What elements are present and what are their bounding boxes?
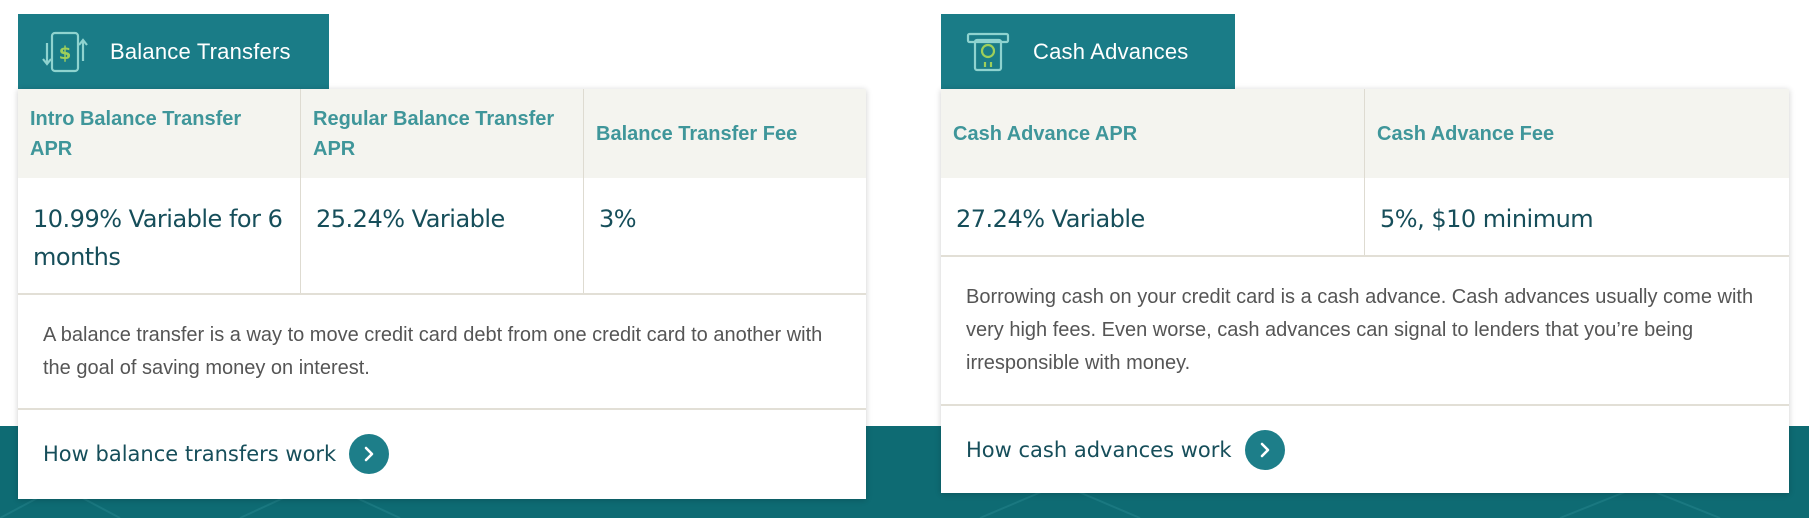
value-cash-advance-apr: 27.24% Variable xyxy=(941,178,1365,255)
card-header-row: Cash Advance APR Cash Advance Fee xyxy=(941,89,1789,178)
card-header-row: Intro Balance Transfer APR Regular Balan… xyxy=(18,89,866,178)
header-intro-apr: Intro Balance Transfer APR xyxy=(18,89,301,178)
tab-title: Cash Advances xyxy=(1033,38,1189,64)
arrow-right-icon[interactable] xyxy=(349,433,390,474)
card-values-row: 27.24% Variable 5%, $10 minimum xyxy=(941,178,1789,257)
cash-advances-tab: Cash Advances xyxy=(941,14,1235,89)
header-cash-advance-apr: Cash Advance APR xyxy=(941,89,1365,178)
value-transfer-fee: 3% xyxy=(599,205,637,233)
balance-transfers-card: Intro Balance Transfer APR Regular Balan… xyxy=(18,89,866,499)
header-cash-advance-fee: Cash Advance Fee xyxy=(1377,122,1555,145)
card-description: Borrowing cash on your credit card is a … xyxy=(941,257,1789,406)
value-cash-advance-fee: 5%, $10 minimum xyxy=(1380,205,1594,233)
how-cash-advances-work-link[interactable]: How cash advances work xyxy=(941,406,1789,493)
header-regular-apr: Regular Balance Transfer APR xyxy=(301,89,584,178)
how-balance-transfers-work-link[interactable]: How balance transfers work xyxy=(18,410,866,497)
value-regular-apr: 25.24% Variable xyxy=(301,178,584,293)
value-intro-apr: 10.99% Variable for 6 months xyxy=(18,178,301,293)
card-values-row: 10.99% Variable for 6 months 25.24% Vari… xyxy=(18,178,866,295)
dollar-transfer-icon: $ xyxy=(42,31,88,72)
link-label[interactable]: How cash advances work xyxy=(966,438,1232,462)
arrow-right-icon[interactable] xyxy=(1244,429,1285,470)
header-transfer-fee: Balance Transfer Fee xyxy=(596,122,798,145)
cash-advances-card: Cash Advance APR Cash Advance Fee 27.24%… xyxy=(941,89,1789,493)
atm-cash-icon xyxy=(966,32,1010,71)
link-label[interactable]: How balance transfers work xyxy=(43,442,336,466)
svg-text:$: $ xyxy=(59,43,72,64)
balance-transfers-tab: $ Balance Transfers xyxy=(18,14,329,89)
card-description: A balance transfer is a way to move cred… xyxy=(18,295,866,410)
tab-title: Balance Transfers xyxy=(110,38,291,64)
